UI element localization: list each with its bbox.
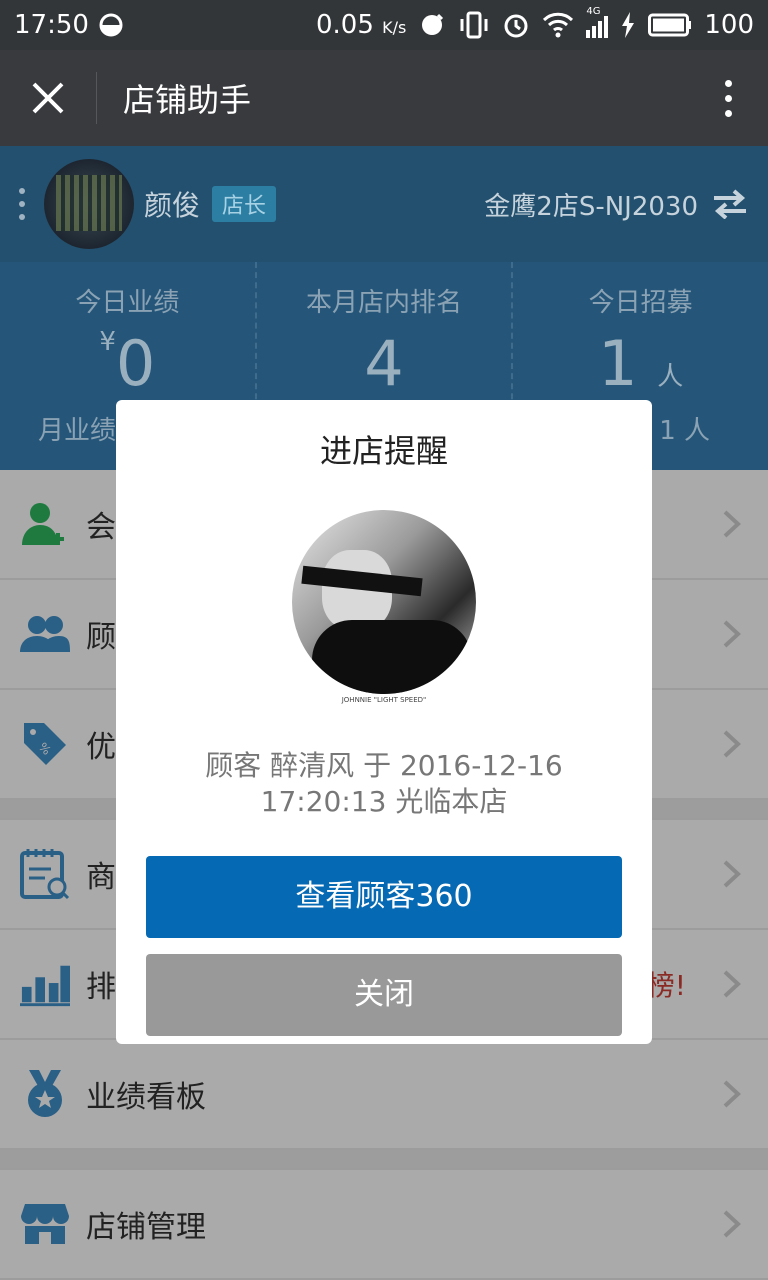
avatar[interactable] [44, 159, 134, 249]
menu-label: 业绩看板 [86, 1080, 206, 1115]
chevron-right-icon [723, 510, 741, 538]
profile-menu-handle[interactable] [0, 188, 44, 220]
menu-label: 店铺管理 [86, 1210, 206, 1245]
title-bar: 店铺助手 [0, 50, 768, 146]
avatar-suit [312, 620, 472, 694]
handle-dot-icon [19, 214, 25, 220]
medal-icon [20, 1069, 70, 1119]
menu-label: 会 [86, 510, 116, 545]
page-title: 店铺助手 [123, 81, 252, 119]
ranking-note: 榜! [646, 969, 686, 1002]
ranking-chart-icon [20, 959, 70, 1009]
more-dot-icon [724, 109, 732, 117]
chevron-right-icon [723, 1210, 741, 1238]
visit-reminder-dialog: 进店提醒 JOHNNIE "LIGHT SPEED" 顾客 醉清风 于 2016… [116, 400, 652, 1044]
dialog-message-line2: 17:20:13 光临本店 [260, 785, 508, 818]
more-dot-icon [724, 94, 732, 102]
more-dot-icon [724, 79, 732, 87]
store-icon [20, 1199, 70, 1249]
customers-icon [20, 609, 70, 659]
avatar-image [56, 175, 122, 231]
dialog-message: 顾客 醉清风 于 2016-12-16 17:20:13 光临本店 [116, 748, 652, 820]
stat-value: ¥0 [99, 327, 156, 400]
menu-label: 顾 [86, 620, 116, 655]
net-speed: 0.05 K/s [315, 10, 407, 40]
menu-label: 商 [86, 860, 116, 895]
status-time: 17:50 [14, 10, 89, 40]
battery-icon [648, 13, 692, 37]
coupon-tag-icon: % [20, 719, 70, 769]
role-badge: 店长 [212, 186, 277, 222]
menu-label: 排 [86, 970, 116, 1005]
stat-value: 4 [364, 327, 404, 400]
more-menu-button[interactable] [688, 50, 768, 146]
add-member-icon [20, 499, 70, 549]
menu-divider [0, 1150, 768, 1170]
chevron-right-icon [723, 1080, 741, 1108]
wifi-icon [543, 12, 574, 38]
handle-dot-icon [19, 201, 25, 207]
swap-icon[interactable] [710, 189, 750, 219]
stat-label: 今日招募 [588, 288, 693, 318]
menu-label: 优 [86, 730, 116, 765]
close-icon [32, 82, 64, 114]
chevron-right-icon [723, 860, 741, 888]
dialog-title: 进店提醒 [319, 432, 448, 470]
stat-label: 本月店内排名 [306, 288, 463, 318]
stat-label: 今日业绩 [75, 288, 180, 318]
avatar-caption: JOHNNIE "LIGHT SPEED" [341, 696, 427, 704]
chevron-right-icon [723, 620, 741, 648]
product-search-icon [20, 849, 70, 900]
alarm-icon [504, 14, 528, 38]
handle-dot-icon [19, 188, 25, 194]
user-name: 颜俊 [144, 189, 201, 222]
close-button[interactable] [0, 50, 96, 146]
vibrate-icon [460, 11, 488, 39]
chevron-right-icon [723, 730, 741, 758]
profile-bar: 颜俊 店长 金鹰2店S-NJ2030 [0, 146, 768, 262]
half-moon-icon [99, 13, 123, 37]
menu-item-performance-board[interactable]: 业绩看板 [0, 1040, 768, 1150]
stat-value: 1 人 [598, 327, 684, 400]
title-divider [96, 72, 97, 124]
store-name[interactable]: 金鹰2店S-NJ2030 [484, 186, 698, 223]
charging-bolt-icon [622, 12, 635, 38]
menu-item-store-management[interactable]: 店铺管理 [0, 1170, 768, 1280]
dialog-message-line1: 顾客 醉清风 于 2016-12-16 [205, 749, 563, 782]
satellite-icon [422, 13, 444, 35]
view-customer-360-button[interactable]: 查看顾客360 [146, 856, 622, 938]
battery-level: 100 [704, 10, 754, 40]
close-dialog-button[interactable]: 关闭 [146, 954, 622, 1036]
status-bar: 17:50 0.05 K/s 4G 100 [0, 0, 768, 50]
chevron-right-icon [723, 970, 741, 998]
signal-icon: 4G [586, 6, 609, 38]
customer-avatar [292, 510, 476, 694]
